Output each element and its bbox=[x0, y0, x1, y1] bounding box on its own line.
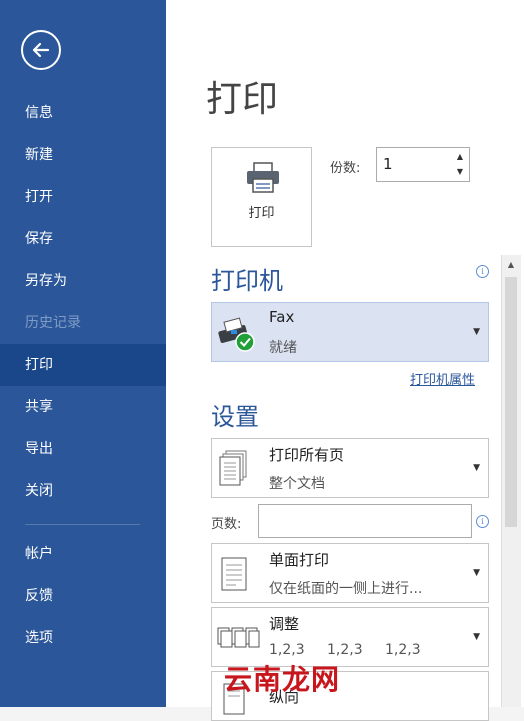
printer-properties-link[interactable]: 打印机属性 bbox=[410, 369, 475, 388]
watermark: 云南龙网 bbox=[224, 634, 352, 704]
sidebar-item-feedback[interactable]: 反馈 bbox=[0, 575, 166, 617]
print-range-title: 打印所有页 bbox=[269, 446, 345, 464]
sidebar-item-print[interactable]: 打印 bbox=[0, 344, 166, 386]
sidebar-item-history: 历史记录 bbox=[25, 315, 81, 331]
pages-input[interactable] bbox=[258, 504, 472, 538]
printer-status: 就绪 bbox=[269, 340, 297, 356]
copies-value[interactable]: 1 bbox=[383, 155, 393, 173]
sidebar-item-export[interactable]: 导出 bbox=[0, 428, 166, 470]
back-button[interactable] bbox=[21, 30, 61, 70]
sidebar-item-info[interactable]: 信息 bbox=[0, 92, 166, 134]
sidebar-divider bbox=[25, 524, 140, 525]
sidebar-item-save-as[interactable]: 另存为 bbox=[0, 260, 166, 302]
spin-up-icon[interactable]: ▲ bbox=[454, 151, 466, 163]
pages-icon bbox=[219, 450, 247, 486]
scroll-up-icon[interactable]: ▲ bbox=[504, 257, 518, 273]
chevron-down-icon: ▼ bbox=[473, 327, 480, 337]
printer-section-title: 打印机 bbox=[211, 267, 283, 295]
sidebar-item-save[interactable]: 保存 bbox=[0, 218, 166, 260]
sidebar-item-share[interactable]: 共享 bbox=[0, 386, 166, 428]
watermark-text: 云南龙网 bbox=[224, 663, 341, 696]
info-icon[interactable]: i bbox=[476, 265, 489, 278]
backstage-sidebar: 信息 新建 打开 保存 另存为 历史记录 打印 共享 导出 关闭 帐户 反馈 选… bbox=[0, 0, 166, 707]
settings-section-title: 设置 bbox=[211, 403, 259, 431]
printer-name: Fax bbox=[269, 308, 295, 326]
sidebar-item-options[interactable]: 选项 bbox=[0, 617, 166, 659]
print-button[interactable]: 打印 bbox=[211, 147, 312, 247]
print-button-label: 打印 bbox=[248, 206, 275, 221]
sidebar-item-new[interactable]: 新建 bbox=[0, 134, 166, 176]
chevron-down-icon: ▼ bbox=[473, 632, 480, 642]
collate-title: 调整 bbox=[269, 615, 300, 633]
fax-printer-icon bbox=[218, 317, 255, 352]
sidebar-item-close[interactable]: 关闭 bbox=[0, 470, 166, 512]
chevron-down-icon: ▼ bbox=[473, 568, 480, 578]
chevron-down-icon: ▼ bbox=[473, 463, 480, 473]
sides-title: 单面打印 bbox=[269, 551, 330, 569]
copies-label: 份数: bbox=[330, 161, 361, 176]
pages-label: 页数: bbox=[211, 517, 242, 532]
arrow-left-icon bbox=[32, 42, 50, 58]
sides-dropdown[interactable]: 单面打印 仅在纸面的一侧上进行... ▼ bbox=[211, 543, 489, 603]
page-title: 打印 bbox=[206, 79, 279, 120]
sidebar-item-account[interactable]: 帐户 bbox=[0, 533, 166, 575]
settings-scrollbar[interactable]: ▲ bbox=[501, 255, 521, 707]
info-icon[interactable]: i bbox=[476, 515, 489, 528]
sidebar-item-open[interactable]: 打开 bbox=[0, 176, 166, 218]
copies-stepper[interactable]: 1 ▲ ▼ bbox=[376, 147, 470, 182]
print-panel: 打印 打印 份数: 1 ▲ ▼ 打印机 i Fax 就绪 ▼ 打印机属性 设置 bbox=[166, 0, 524, 721]
collate-subtitle-3: 1,2,3 bbox=[385, 642, 421, 658]
spin-down-icon[interactable]: ▼ bbox=[454, 166, 466, 178]
print-range-subtitle: 整个文档 bbox=[269, 476, 325, 492]
print-range-dropdown[interactable]: 打印所有页 整个文档 ▼ bbox=[211, 438, 489, 498]
printer-icon bbox=[247, 162, 279, 193]
sides-subtitle: 仅在纸面的一侧上进行... bbox=[269, 581, 423, 597]
printer-dropdown[interactable]: Fax 就绪 ▼ bbox=[211, 302, 489, 362]
scroll-thumb[interactable] bbox=[505, 277, 517, 527]
single-sided-icon bbox=[221, 557, 247, 591]
